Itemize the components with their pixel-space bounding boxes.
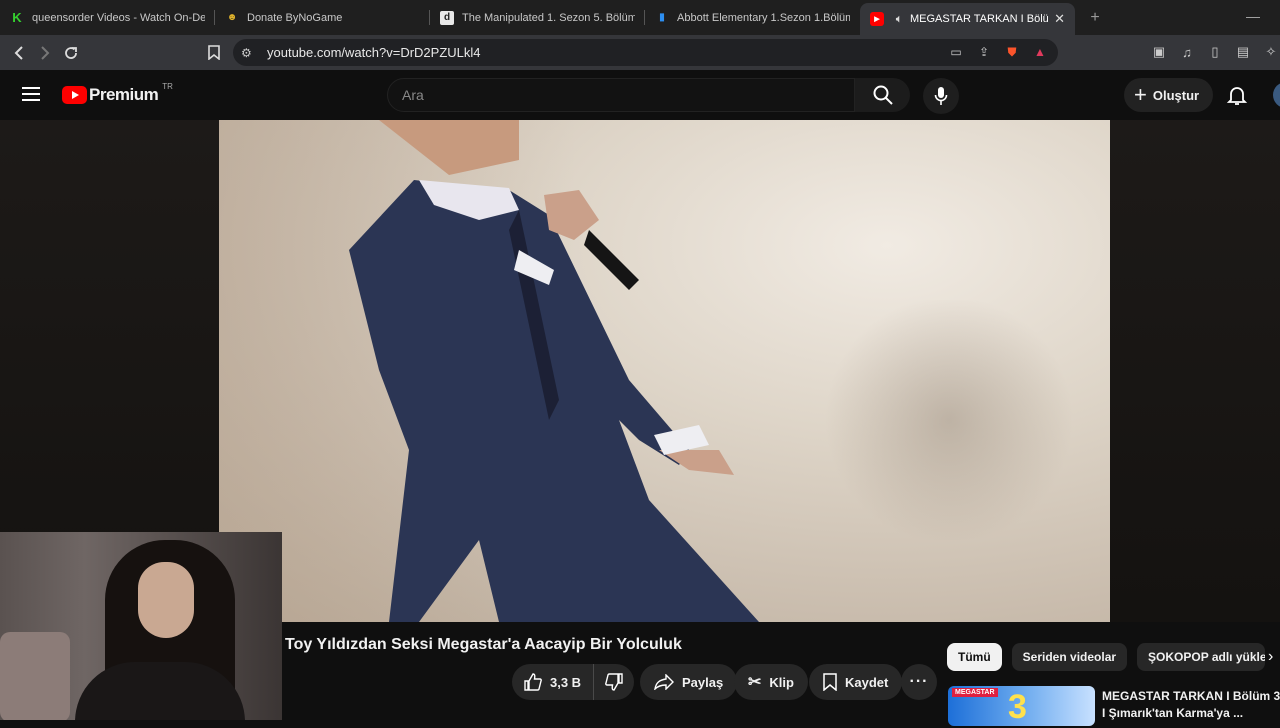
thumbs-down-icon — [605, 673, 623, 691]
close-tab-icon[interactable]: ✕ — [1054, 11, 1065, 27]
webcam-background — [0, 632, 70, 720]
like-count: 3,3 B — [550, 674, 582, 690]
plus-icon: + — [1134, 82, 1147, 107]
region-code: TR — [162, 81, 173, 91]
chip-uploader[interactable]: ŞOKOPOP adlı yükleyiciden — [1137, 643, 1266, 671]
chip-series-videos[interactable]: Seriden videolar — [1011, 643, 1128, 671]
voice-search-button[interactable] — [923, 78, 959, 114]
avatar[interactable] — [1273, 82, 1280, 108]
brave-shield-icon[interactable]: ⛊ — [1004, 44, 1020, 60]
player-side-right — [1110, 120, 1280, 622]
create-label: Oluştur — [1152, 87, 1200, 103]
tab-title: The Manipulated 1. Sezon 5. Bölüm İzle — [462, 11, 635, 24]
sidebar-icon[interactable]: ▯ — [1206, 43, 1224, 61]
site-settings-icon[interactable]: ⚙ — [241, 46, 257, 60]
plus-icon[interactable]: + — [1075, 0, 1115, 35]
clip-button-wrap: ✂ Klip — [734, 664, 808, 700]
recommended-video[interactable]: MEGASTAR 3 MEGASTAR TARKAN I Bölüm 3 I Ş… — [948, 686, 1280, 726]
wallet-icon[interactable]: ▤ — [1234, 43, 1252, 61]
tab-title: MEGASTAR TARKAN I Bölüm 5 — [910, 13, 1049, 25]
url-text: youtube.com/watch?v=DrD2PZULkl4 — [267, 45, 481, 60]
browser-tab-strip: K queensorder Videos - Watch On-Demand ☻… — [0, 0, 1280, 35]
extensions-area: ▣ ♫ ▯ ▤ ✧ — [1150, 43, 1280, 61]
related-filter-chips: Tümü Seriden videolar ŞOKOPOP adlı yükle… — [947, 643, 1266, 671]
recommended-thumbnail[interactable]: MEGASTAR 3 — [948, 686, 1095, 726]
notifications-bell-icon[interactable] — [1226, 84, 1248, 106]
thumbnail-number: 3 — [1008, 688, 1027, 726]
share-label: Paylaş — [682, 674, 724, 690]
thumbs-up-icon — [524, 673, 542, 691]
tab-title: queensorder Videos - Watch On-Demand — [32, 11, 205, 24]
share-icon[interactable]: ⇪ — [976, 44, 992, 60]
youtube-logo[interactable]: Premium TR — [62, 81, 173, 105]
logo-text: Premium — [89, 85, 159, 104]
mic-icon — [934, 87, 948, 105]
recommended-title[interactable]: MEGASTAR TARKAN I Bölüm 3 I Şımarık'tan … — [1102, 688, 1280, 728]
webcam-overlay — [0, 532, 282, 720]
bookmark-icon — [823, 673, 837, 691]
chevron-right-icon[interactable]: › — [1268, 648, 1273, 666]
back-icon[interactable] — [6, 40, 32, 66]
clip-label: Klip — [769, 674, 794, 690]
youtube-favicon-icon: ▶ — [870, 12, 884, 26]
browser-tab-active[interactable]: ▶ 🔈︎ MEGASTAR TARKAN I Bölüm 5 ✕ — [860, 3, 1075, 35]
tab-favicon-icon: ▮ — [659, 12, 665, 23]
menu-icon[interactable] — [22, 87, 40, 101]
dislike-button[interactable] — [594, 664, 634, 700]
chip-all[interactable]: Tümü — [947, 643, 1002, 671]
rewards-icon[interactable]: ▲ — [1032, 44, 1048, 60]
speaker-icon[interactable]: 🔈︎ — [892, 12, 906, 26]
search-box — [387, 78, 855, 112]
clip-button[interactable]: ✂ Klip — [734, 664, 808, 700]
forward-icon[interactable] — [32, 40, 58, 66]
tab-favicon-icon: K — [12, 10, 22, 25]
like-dislike-group: 3,3 B — [512, 664, 635, 700]
browser-tab[interactable]: ☻ Donate ByNoGame — [215, 0, 430, 35]
tab-title: Abbott Elementary 1.Sezon 1.Bölüm — [677, 11, 850, 24]
browser-tab[interactable]: d The Manipulated 1. Sezon 5. Bölüm İzle — [430, 0, 645, 35]
search-button[interactable] — [855, 78, 910, 112]
youtube-play-icon — [62, 86, 87, 104]
address-bar[interactable]: ⚙ youtube.com/watch?v=DrD2PZULkl4 ▭ ⇪ ⛊ … — [233, 39, 1058, 66]
save-label: Kaydet — [845, 674, 889, 690]
leo-icon[interactable]: ✧ — [1262, 43, 1280, 61]
bookmark-icon[interactable] — [201, 40, 227, 66]
video-frame[interactable] — [219, 120, 1110, 622]
reload-icon[interactable] — [58, 40, 84, 66]
search-icon — [873, 85, 893, 105]
youtube-masthead: Premium TR + Oluştur — [0, 70, 1280, 120]
save-button[interactable]: Kaydet — [809, 664, 903, 700]
more-actions-icon[interactable]: ··· — [901, 664, 937, 700]
webcam-person-face — [138, 562, 194, 638]
share-button-wrap: Paylaş — [640, 664, 738, 700]
like-button[interactable]: 3,3 B — [512, 664, 595, 700]
video-title: Toy Yıldızdan Seksi Megastar'a Aacayip B… — [285, 636, 682, 653]
tab-search-icon[interactable]: ▣ — [1150, 43, 1168, 61]
create-button[interactable]: + Oluştur — [1124, 78, 1214, 112]
music-icon[interactable]: ♫ — [1178, 43, 1196, 61]
share-arrow-icon — [654, 674, 674, 690]
browser-toolbar: ⚙ youtube.com/watch?v=DrD2PZULkl4 ▭ ⇪ ⛊ … — [0, 35, 1280, 70]
browser-tab[interactable]: K queensorder Videos - Watch On-Demand — [0, 0, 215, 35]
search-input[interactable] — [388, 79, 854, 111]
save-button-wrap: Kaydet — [809, 664, 903, 700]
cast-icon[interactable]: ▭ — [948, 44, 964, 60]
scissors-icon: ✂ — [748, 674, 762, 691]
tab-favicon-icon: ☻ — [226, 12, 238, 23]
thumbnail-label: MEGASTAR — [952, 688, 998, 697]
browser-tab[interactable]: ▮ Abbott Elementary 1.Sezon 1.Bölüm — [645, 0, 860, 35]
minimize-icon[interactable]: — — [1246, 8, 1260, 24]
tab-favicon-icon: d — [440, 10, 454, 25]
share-button[interactable]: Paylaş — [640, 664, 738, 700]
video-singer-figure — [349, 120, 759, 622]
tab-title: Donate ByNoGame — [247, 11, 343, 24]
